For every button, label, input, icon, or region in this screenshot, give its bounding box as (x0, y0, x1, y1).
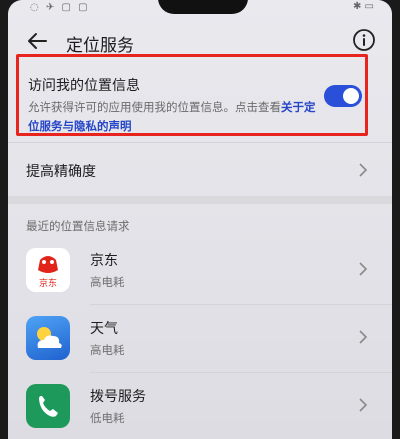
app-usage: 高电耗 (90, 275, 125, 289)
page-title: 定位服务 (66, 36, 134, 56)
location-access-description: 允许获得许可的应用使用我的位置信息。点击查看关于定位服务与隐私的声明 (28, 98, 318, 136)
jd-icon-text: 京东 (38, 279, 57, 289)
camera-notch (158, 0, 248, 14)
app-usage: 低电耗 (90, 411, 125, 425)
weather-icon (26, 316, 70, 360)
status-bar: ◌ ✈ ▢ ▢ ✱ ▭ (8, 0, 392, 18)
improve-accuracy-row[interactable]: 提高精确度 (8, 146, 392, 194)
app-usage: 高电耗 (90, 343, 125, 357)
section-separator (8, 196, 392, 204)
chevron-right-icon (359, 163, 368, 177)
app-name: 拨号服务 (90, 389, 146, 405)
location-access-title: 访问我的位置信息 (28, 78, 140, 94)
improve-accuracy-label: 提高精确度 (26, 164, 96, 180)
app-row-weather[interactable]: 天气 高电耗 (8, 308, 392, 370)
location-access-desc-text: 允许获得许可的应用使用我的位置信息。点击查看 (28, 100, 281, 114)
phone-icon (26, 384, 70, 428)
chevron-right-icon (359, 398, 368, 412)
row-divider (90, 372, 392, 373)
phone-screen: ◌ ✈ ▢ ▢ ✱ ▭ 定位服务 访问我的位置信息 允许获得许可的应用使用我的位… (8, 0, 392, 439)
row-divider (90, 304, 392, 305)
app-row-jd[interactable]: 京东 京东 高电耗 (8, 240, 392, 302)
status-icons-left: ◌ ✈ ▢ ▢ (30, 2, 90, 13)
chevron-right-icon (359, 262, 368, 276)
back-arrow-icon[interactable] (26, 30, 48, 52)
toggle-knob (343, 88, 359, 104)
info-icon[interactable] (352, 28, 376, 52)
location-access-toggle[interactable] (324, 85, 362, 107)
status-icons-right: ✱ ▭ (352, 1, 374, 12)
app-name: 天气 (90, 321, 118, 337)
chevron-right-icon (359, 330, 368, 344)
app-row-dialer[interactable]: 拨号服务 低电耗 (8, 376, 392, 438)
recent-requests-header: 最近的位置信息请求 (26, 219, 130, 233)
app-name: 京东 (90, 253, 118, 269)
divider (8, 142, 392, 143)
jd-icon: 京东 (26, 248, 70, 292)
